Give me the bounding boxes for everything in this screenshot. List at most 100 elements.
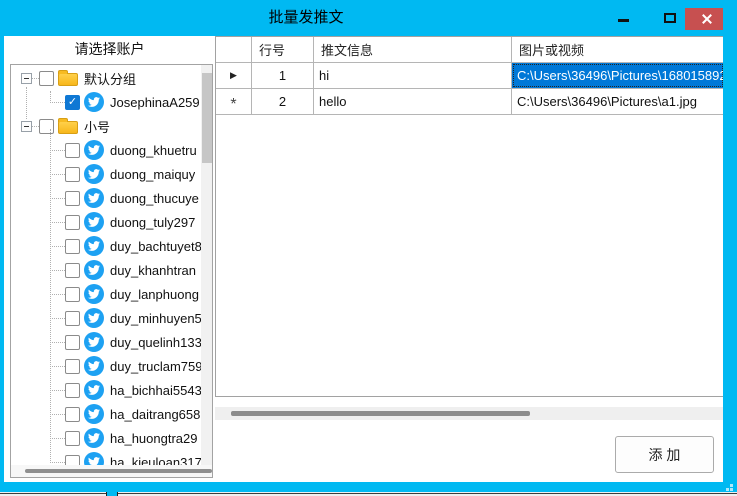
account-checkbox[interactable] (65, 167, 80, 182)
group-checkbox[interactable] (39, 71, 54, 86)
tree-account-row[interactable]: duong_maiquy (50, 162, 201, 186)
grid-data-row[interactable]: * 2 hello C:\Users\36496\Pictures\a1.jpg (216, 89, 724, 115)
tree-vertical-scrollbar-thumb[interactable] (202, 73, 212, 163)
account-checkbox[interactable] (65, 383, 80, 398)
tree-account-row[interactable]: ha_huongtra29 (50, 426, 201, 450)
tree-account-row[interactable]: duy_bachtuyet8 (50, 234, 201, 258)
minimize-icon[interactable] (618, 19, 629, 22)
account-checkbox[interactable] (65, 143, 80, 158)
account-checkbox[interactable] (65, 191, 80, 206)
tree-account-row[interactable]: duy_lanphuong (50, 282, 201, 306)
window-border-right (723, 0, 737, 492)
group-checkbox[interactable] (39, 119, 54, 134)
group-label: 小号 (84, 117, 110, 136)
tree-connector (50, 342, 65, 343)
row-header-cell[interactable]: * (216, 89, 252, 115)
tree-account-row[interactable]: duy_khanhtran (50, 258, 201, 282)
account-label: ha_daitrang658 (110, 407, 200, 422)
folder-icon (58, 121, 78, 134)
window-border-left (0, 36, 4, 482)
twitter-icon (84, 428, 104, 448)
tree-horizontal-scrollbar-thumb[interactable] (25, 469, 212, 473)
account-label: duong_maiquy (110, 167, 195, 182)
tree-expander-icon[interactable] (21, 121, 32, 132)
column-header-row-number[interactable]: 行号 (252, 37, 314, 63)
account-label: duy_minhuyen5 (110, 311, 201, 326)
cell-media-path[interactable]: C:\Users\36496\Pictures\1680158928 (512, 63, 724, 89)
account-checkbox[interactable] (65, 335, 80, 350)
tree-connector (50, 318, 65, 319)
column-header-media[interactable]: 图片或视频 (512, 37, 724, 63)
account-tree-panel: 默认分组 ✓ JosephinaA259 小号 duong_khuetru du… (10, 64, 213, 478)
cell-tweet-text[interactable]: hello (314, 89, 512, 115)
account-label: duong_tuly297 (110, 215, 195, 230)
tree-group-row[interactable]: 默认分组 (21, 66, 201, 90)
cell-media-path[interactable]: C:\Users\36496\Pictures\a1.jpg (512, 89, 724, 115)
tree-connector (50, 462, 65, 463)
window-border-bottom (0, 482, 737, 492)
tree-account-row[interactable]: duy_quelinh133 (50, 330, 201, 354)
account-checkbox[interactable] (65, 359, 80, 374)
account-checkbox[interactable]: ✓ (65, 95, 80, 110)
twitter-icon (84, 284, 104, 304)
tree-connector (50, 174, 65, 175)
tree-connector (50, 222, 65, 223)
maximize-icon[interactable] (664, 13, 676, 23)
tree-vertical-scrollbar[interactable] (201, 65, 213, 465)
tree-expander-icon[interactable] (21, 73, 32, 84)
tree-account-row[interactable]: duy_truclam759 (50, 354, 201, 378)
column-header-tweet-info[interactable]: 推文信息 (314, 37, 512, 63)
row-header-cell[interactable]: ▶ (216, 63, 252, 89)
account-checkbox[interactable] (65, 431, 80, 446)
grid-header-row: 行号 推文信息 图片或视频 (216, 37, 724, 63)
twitter-icon (84, 188, 104, 208)
tree-account-row[interactable]: duong_tuly297 (50, 210, 201, 234)
tree-connector (32, 78, 39, 79)
resize-grip-icon[interactable] (730, 484, 733, 487)
tree-account-row[interactable]: ha_daitrang658 (50, 402, 201, 426)
tree-account-row[interactable]: ha_bichhai5543 (50, 378, 201, 402)
grid-data-row[interactable]: ▶ 1 hi C:\Users\36496\Pictures\168015892… (216, 63, 724, 89)
tree-account-row[interactable]: duong_thucuye (50, 186, 201, 210)
tree-connector (50, 366, 65, 367)
grid-horizontal-scrollbar[interactable] (215, 407, 723, 420)
twitter-icon (84, 164, 104, 184)
resize-grip-icon[interactable] (730, 488, 733, 491)
account-checkbox[interactable] (65, 239, 80, 254)
grid-corner-cell (216, 37, 252, 63)
taskbar-strip-notch (106, 492, 118, 496)
tree-connector (50, 246, 65, 247)
account-checkbox[interactable] (65, 407, 80, 422)
cell-row-number[interactable]: 2 (252, 89, 314, 115)
tree-horizontal-scrollbar[interactable] (11, 465, 212, 477)
row-indicator-icon: ▶ (230, 70, 237, 81)
tree-connector (50, 414, 65, 415)
grid-horizontal-scrollbar-thumb[interactable] (231, 411, 530, 416)
account-checkbox[interactable] (65, 215, 80, 230)
window-title: 批量发推文 (0, 0, 612, 36)
titlebar[interactable]: 批量发推文 (0, 0, 737, 36)
twitter-icon (84, 260, 104, 280)
account-checkbox[interactable] (65, 287, 80, 302)
twitter-icon (84, 380, 104, 400)
tree-connector (50, 390, 65, 391)
tree-account-row[interactable]: duy_minhuyen5 (50, 306, 201, 330)
tree-connector (50, 198, 65, 199)
resize-grip-icon[interactable] (726, 488, 729, 491)
tree-connector-line (50, 91, 51, 103)
cell-row-number[interactable]: 1 (252, 63, 314, 89)
tree-group-row[interactable]: 小号 (21, 114, 201, 138)
tree-connector (50, 270, 65, 271)
tree-connector-line (26, 87, 27, 119)
cell-tweet-text[interactable]: hi (314, 63, 512, 89)
account-checkbox[interactable] (65, 263, 80, 278)
twitter-icon (84, 308, 104, 328)
account-checkbox[interactable] (65, 311, 80, 326)
add-button[interactable]: 添 加 (615, 436, 714, 473)
tree-connector (32, 126, 39, 127)
tree-account-row[interactable]: ✓ JosephinaA259 (50, 90, 201, 114)
account-label: JosephinaA259 (110, 95, 200, 110)
account-tree: 默认分组 ✓ JosephinaA259 小号 duong_khuetru du… (11, 66, 201, 474)
account-label: ha_bichhai5543 (110, 383, 201, 398)
tree-account-row[interactable]: duong_khuetru (50, 138, 201, 162)
